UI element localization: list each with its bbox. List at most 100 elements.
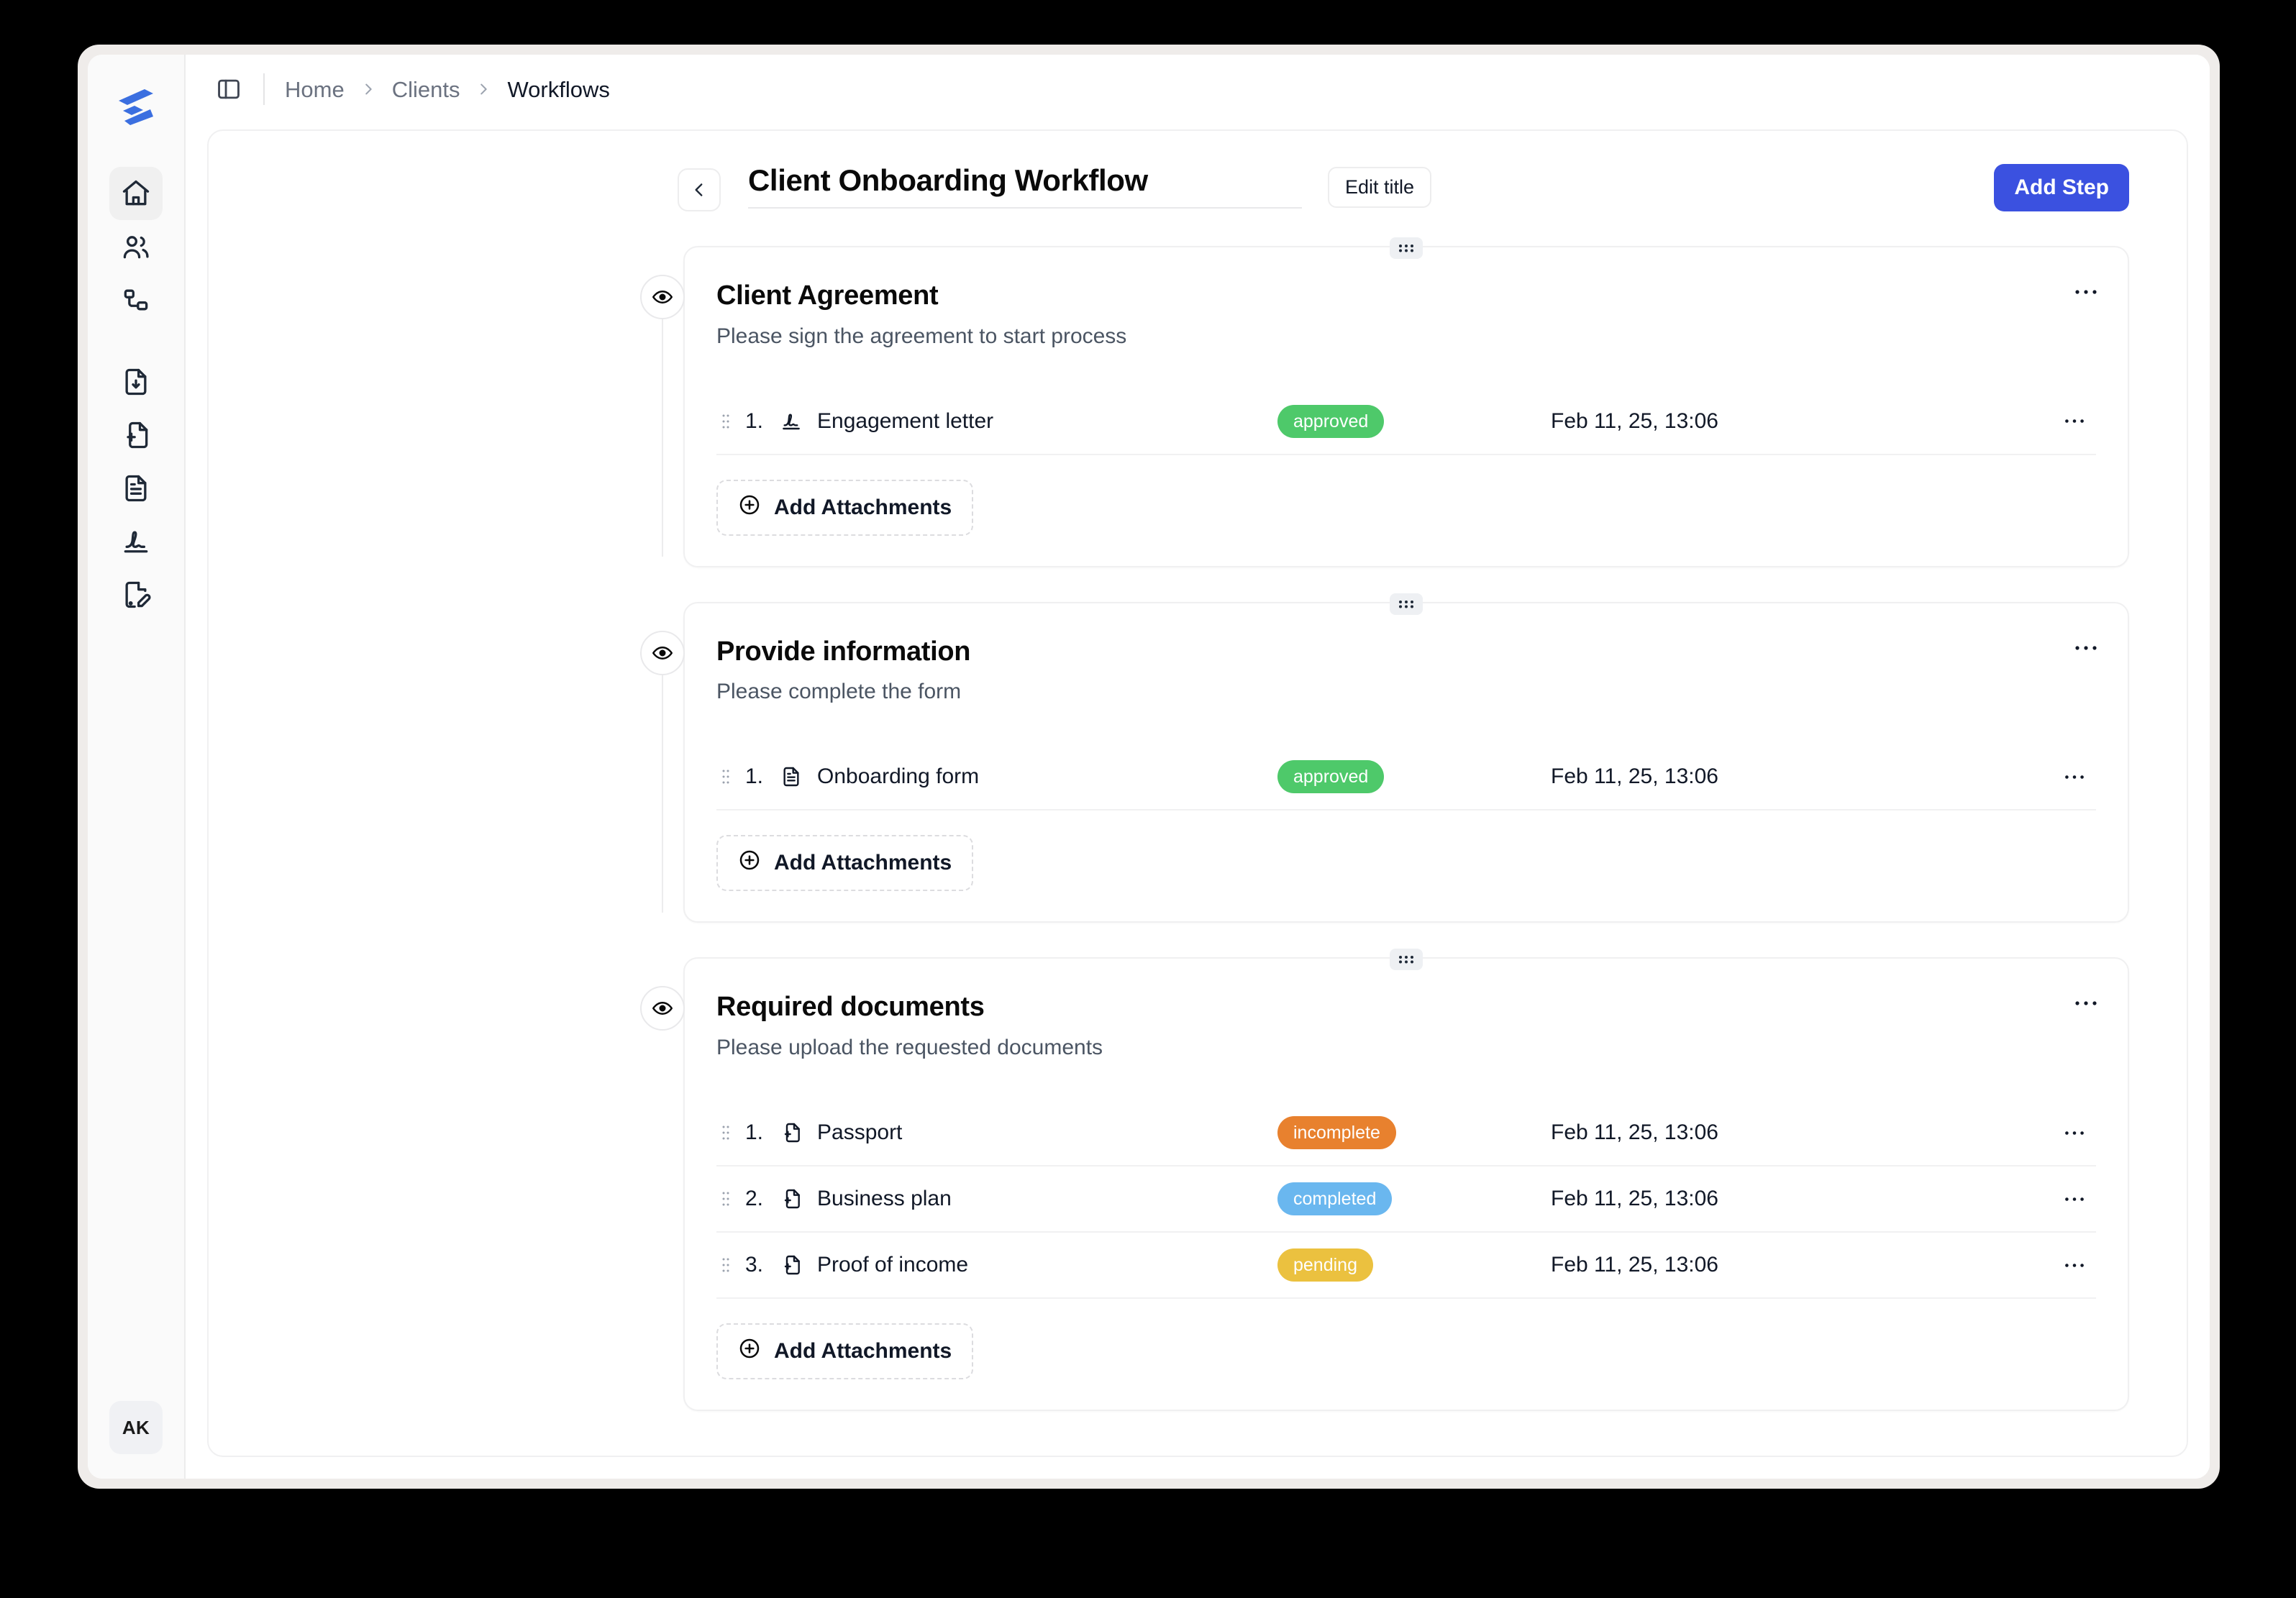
- plus-circle-icon: [738, 1337, 761, 1366]
- row-index: 1.: [745, 1120, 764, 1145]
- file-text-icon: [125, 475, 147, 502]
- file-plus-icon: [784, 1123, 800, 1143]
- more-horizontal-icon: [2065, 1263, 2084, 1267]
- row-main: 1. Passport: [716, 1120, 1277, 1145]
- add-attachments-label: Add Attachments: [774, 851, 952, 875]
- step-block: Required documents Please upload the req…: [640, 949, 2129, 1412]
- step-card: Provide information Please complete the …: [683, 593, 2129, 923]
- add-attachments-button[interactable]: Add Attachments: [716, 1323, 974, 1380]
- step-card: Client Agreement Please sign the agreeme…: [683, 237, 2129, 567]
- breadcrumb-item-clients[interactable]: Clients: [392, 78, 460, 101]
- row-document-name: Passport: [817, 1120, 903, 1145]
- row-index: 3.: [745, 1253, 764, 1277]
- sidebar-item-templates[interactable]: [109, 568, 163, 621]
- sidebar-item-clients[interactable]: [109, 220, 163, 273]
- workflow-title-field[interactable]: Client Onboarding Workflow: [748, 163, 1302, 209]
- row-grip-icon[interactable]: [716, 412, 735, 431]
- file-plus-icon: [127, 421, 148, 449]
- row-main: 1. Engagement letter: [716, 409, 1277, 434]
- step-preview-toggle[interactable]: [640, 986, 685, 1031]
- row-timestamp: Feb 11, 25, 13:06: [1551, 1120, 1718, 1145]
- add-attachments-button[interactable]: Add Attachments: [716, 479, 974, 536]
- more-horizontal-icon: [2075, 1001, 2097, 1005]
- content-card: Client Onboarding Workflow Edit title Ad…: [207, 129, 2188, 1457]
- avatar[interactable]: AK: [109, 1401, 163, 1454]
- table-row[interactable]: 1. Engagement letter approved Feb 11, 25…: [716, 389, 2096, 455]
- sidebar-item-workflows[interactable]: [109, 273, 163, 327]
- step-preview-toggle[interactable]: [640, 275, 685, 319]
- sidebar-item-forms[interactable]: [109, 462, 163, 515]
- row-more-menu-button[interactable]: [2053, 418, 2096, 424]
- step-preview-toggle[interactable]: [640, 630, 685, 675]
- table-row[interactable]: 3. Proof of income pending Feb 11, 25, 1…: [716, 1233, 2096, 1300]
- row-grip-icon: [722, 414, 729, 429]
- row-grip-icon[interactable]: [716, 767, 735, 786]
- sidebar-item-signatures[interactable]: [109, 515, 163, 568]
- user-avatar-wrap[interactable]: AK: [109, 1401, 163, 1454]
- file-edit-icon: [125, 581, 151, 608]
- back-button[interactable]: [678, 168, 721, 211]
- step-connector-line: [662, 319, 663, 557]
- add-attachments-label: Add Attachments: [774, 1339, 952, 1364]
- eye-icon: [652, 1002, 673, 1015]
- table-row[interactable]: 1. Onboarding form approved Feb 11, 25, …: [716, 744, 2096, 811]
- file-plus-icon: [784, 1189, 800, 1209]
- signature-icon: [777, 410, 806, 433]
- add-attachments-label: Add Attachments: [774, 495, 952, 519]
- row-document-name: Business plan: [817, 1187, 952, 1211]
- row-grip-icon[interactable]: [716, 1256, 735, 1274]
- breadcrumb-item-workflows[interactable]: Workflows: [507, 78, 609, 101]
- row-more-menu-button[interactable]: [2053, 1262, 2096, 1269]
- grip-dots-icon: [1399, 956, 1413, 964]
- page-header: Client Onboarding Workflow Edit title Ad…: [209, 163, 2187, 224]
- grip-dots-icon: [1399, 600, 1413, 608]
- table-row[interactable]: 2. Business plan completed Feb 11, 25, 1…: [716, 1166, 2096, 1233]
- workflow-nodes-icon: [124, 289, 148, 311]
- home-icon: [122, 180, 150, 206]
- status-badge: approved: [1277, 760, 1385, 794]
- add-attachments-button[interactable]: Add Attachments: [716, 835, 974, 892]
- row-grip-icon[interactable]: [716, 1190, 735, 1208]
- file-plus-icon: [777, 1187, 806, 1210]
- row-timestamp: Feb 11, 25, 13:06: [1551, 764, 1718, 789]
- file-text-icon: [777, 765, 806, 788]
- signature-icon: [124, 531, 148, 553]
- step-block: Client Agreement Please sign the agreeme…: [640, 237, 2129, 567]
- file-plus-icon: [777, 1121, 806, 1144]
- row-index: 2.: [745, 1187, 764, 1211]
- row-more-menu-button[interactable]: [2053, 774, 2096, 780]
- table-row[interactable]: 1. Passport incomplete Feb 11, 25, 13:06: [716, 1100, 2096, 1167]
- breadcrumb-item-home[interactable]: Home: [285, 78, 345, 101]
- step-more-menu-button[interactable]: [2069, 986, 2103, 1021]
- step-rows: 1. Engagement letter approved Feb 11, 25…: [716, 389, 2096, 455]
- panel-left-icon[interactable]: [210, 70, 247, 108]
- step-title: Provide information: [716, 636, 971, 667]
- step-drag-handle[interactable]: [1390, 237, 1423, 259]
- chevron-right-icon: [360, 81, 376, 97]
- step-more-menu-button[interactable]: [2069, 275, 2103, 309]
- edit-title-button[interactable]: Edit title: [1328, 167, 1432, 208]
- step-more-menu-button[interactable]: [2069, 631, 2103, 665]
- sidebar-item-home[interactable]: [109, 167, 163, 220]
- sidebar-item-file-requests[interactable]: [109, 355, 163, 408]
- signature-icon: [783, 414, 800, 429]
- step-description: Please sign the agreement to start proce…: [716, 324, 1127, 348]
- file-text-icon: [783, 767, 799, 787]
- step-block: Provide information Please complete the …: [640, 593, 2129, 923]
- stacked-chevrons-logo[interactable]: [109, 79, 163, 134]
- plus-circle-icon: [738, 849, 761, 877]
- row-timestamp: Feb 11, 25, 13:06: [1551, 1187, 1718, 1211]
- step-drag-handle[interactable]: [1390, 949, 1423, 971]
- row-grip-icon: [722, 1258, 729, 1272]
- add-step-button[interactable]: Add Step: [1994, 164, 2129, 211]
- plus-circle-icon: [739, 851, 760, 870]
- row-more-menu-button[interactable]: [2053, 1196, 2096, 1202]
- sidebar-item-new-document[interactable]: [109, 408, 163, 462]
- status-cell: approved: [1277, 760, 1551, 794]
- step-drag-handle[interactable]: [1390, 593, 1423, 615]
- row-grip-icon: [722, 770, 729, 784]
- row-main: 2. Business plan: [716, 1187, 1277, 1211]
- page-title: Client Onboarding Workflow: [748, 163, 1148, 197]
- row-grip-icon[interactable]: [716, 1123, 735, 1142]
- row-more-menu-button[interactable]: [2053, 1130, 2096, 1136]
